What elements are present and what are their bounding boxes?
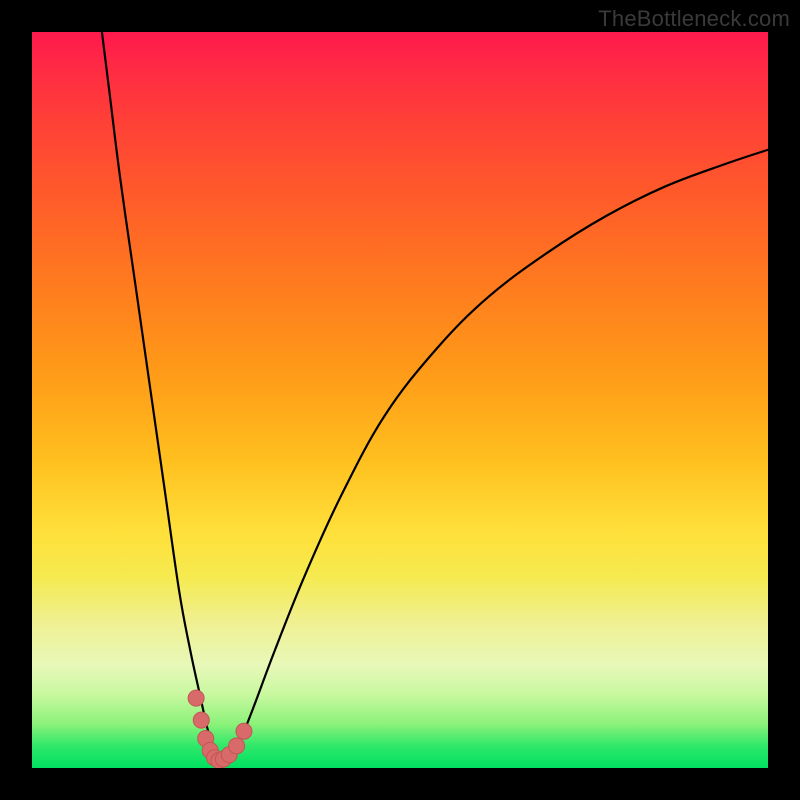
curve-group (102, 32, 768, 765)
chart-frame: TheBottleneck.com (0, 0, 800, 800)
data-point-marker (188, 690, 204, 706)
data-point-marker (193, 712, 209, 728)
plot-area (32, 32, 768, 768)
chart-svg (32, 32, 768, 768)
watermark-text: TheBottleneck.com (598, 6, 790, 32)
bottom-marker-group (188, 690, 252, 768)
curve-left-branch (102, 32, 221, 765)
data-point-marker (236, 723, 252, 739)
data-point-marker (229, 738, 245, 754)
curve-right-branch (225, 150, 768, 765)
